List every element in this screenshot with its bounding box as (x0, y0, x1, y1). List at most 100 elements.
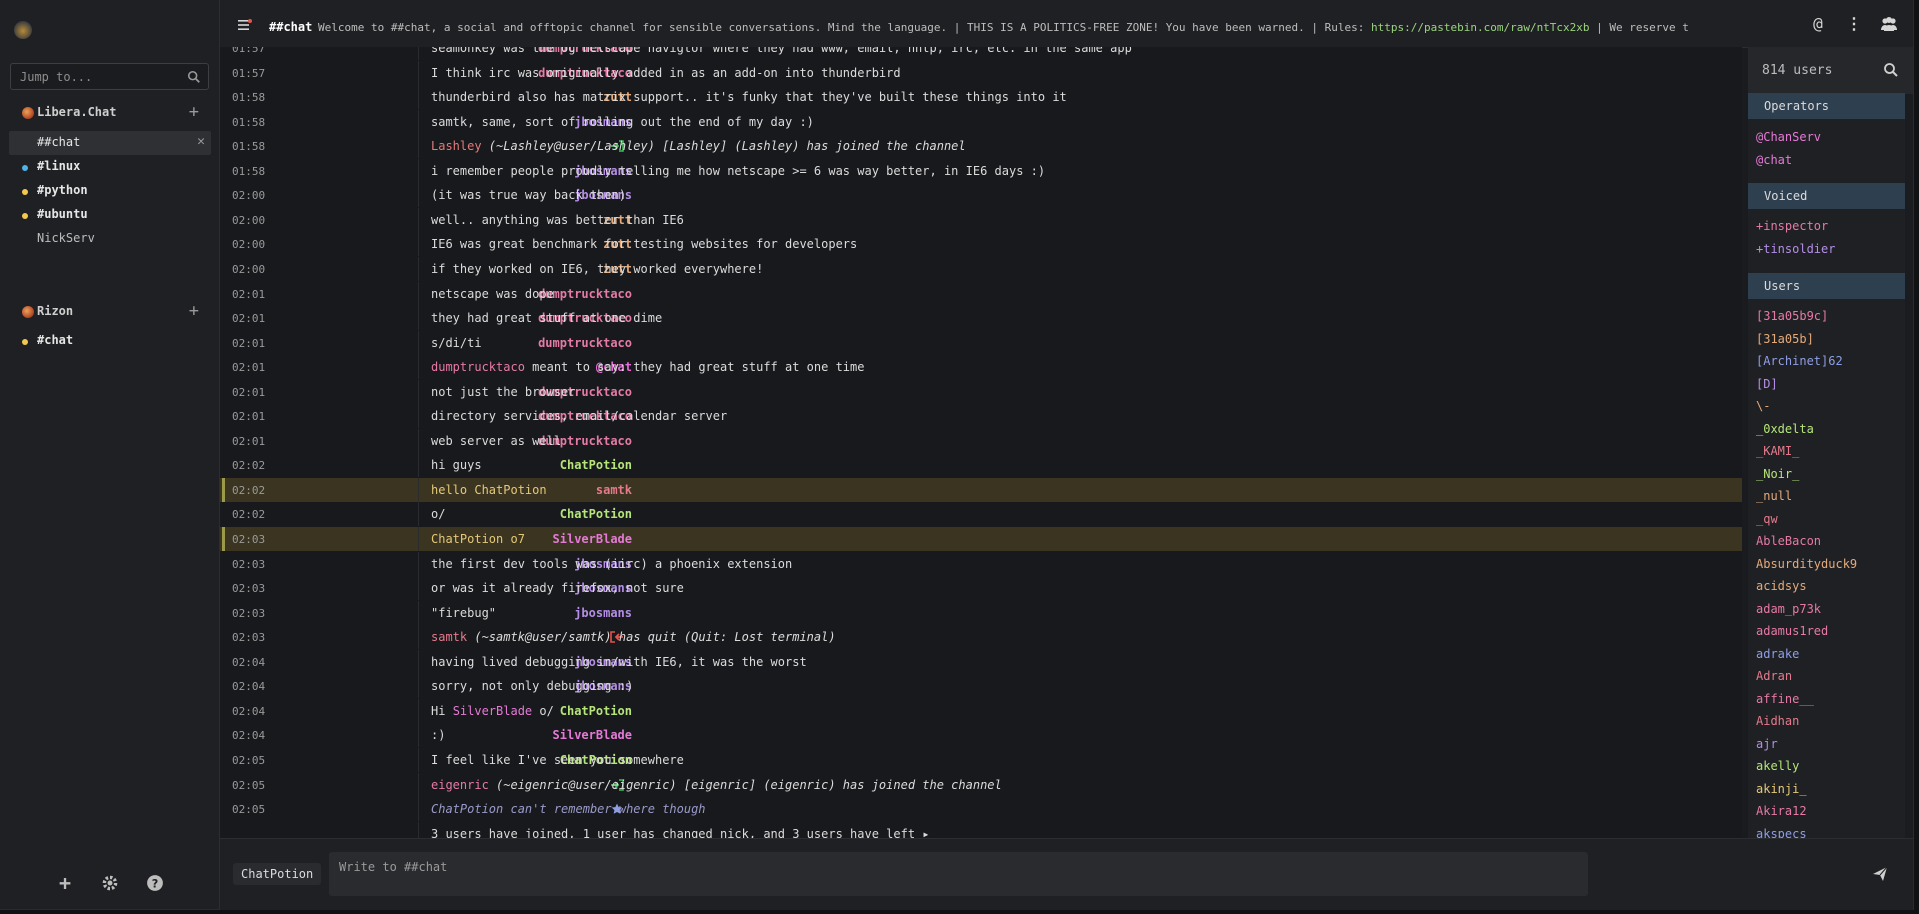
user-list-item[interactable]: AbleBacon (1756, 534, 1821, 548)
user-list-item[interactable]: _null (1756, 489, 1792, 503)
user-list-item[interactable]: [31a05b] (1756, 332, 1814, 346)
jump-to-input[interactable] (11, 64, 190, 89)
message-body: hello (431, 482, 475, 497)
user-list-item[interactable]: [D] (1756, 377, 1778, 391)
message-row: 02:03 SilverBlade ChatPotion o7 (220, 527, 1742, 551)
help-icon[interactable]: ? (146, 874, 164, 892)
message-body: hi guys (431, 458, 482, 473)
gear-icon[interactable] (101, 874, 119, 892)
user-list-item[interactable]: acidsys (1756, 579, 1807, 593)
message-nick[interactable]: dumptrucktaco (538, 336, 632, 350)
message-row: 02:01 @chat dumptrucktaco meant to say: th… (220, 355, 1742, 380)
message-time: 02:05 (232, 753, 266, 767)
user-list[interactable]: 814 users Operators @ChanServ @chat Voiced +… (1748, 47, 1913, 838)
user-list-item[interactable]: Adran (1756, 669, 1792, 683)
sidebar-item-chat[interactable]: ##chat ✕ (9, 131, 211, 155)
user-list-item[interactable]: ajr (1756, 737, 1778, 751)
channel-label: #chat (37, 333, 74, 347)
unread-dot (22, 339, 28, 345)
user-list-item[interactable]: @chat (1756, 153, 1792, 167)
channel-topic: Welcome to ##chat, a social and offtopic… (318, 21, 1688, 34)
user-list-item[interactable]: adrake (1756, 647, 1799, 661)
user-list-item[interactable]: @ChanServ (1756, 130, 1821, 144)
message-body: or was it already firefox, not sure (431, 581, 684, 596)
expand-icon[interactable]: ▸ (922, 827, 929, 838)
network-libera-chat[interactable]: Libera.Chat + (0, 101, 219, 125)
sidebar-item-linux[interactable]: #linux (9, 155, 211, 179)
message-nick[interactable]: samtk (596, 483, 632, 497)
menu-icon[interactable] (238, 19, 252, 31)
column-divider (418, 723, 419, 748)
message-text: samtk, same, sort of rolling out the end… (431, 115, 814, 129)
user-list-item[interactable]: akinji_ (1756, 782, 1807, 796)
user-list-item[interactable]: Akira12 (1756, 804, 1807, 818)
search-icon[interactable] (1883, 62, 1899, 78)
sidebar-item-python[interactable]: #python (9, 179, 211, 203)
user-list-item[interactable]: [Archinet]62 (1756, 354, 1843, 368)
network-icon (22, 107, 34, 119)
mention[interactable]: dumptrucktaco (431, 360, 525, 374)
app-logo[interactable] (14, 21, 32, 39)
search-icon[interactable] (187, 70, 201, 84)
user-list-item[interactable]: +inspector (1756, 219, 1828, 233)
event-text: (~Lashley@user/Lashley) [Lashley] (Lashl… (481, 139, 966, 154)
add-channel-icon[interactable]: + (189, 102, 199, 122)
user-list-item[interactable]: _0xdelta (1756, 422, 1814, 436)
add-channel-icon[interactable]: + (189, 301, 199, 321)
close-icon[interactable]: ✕ (197, 134, 205, 149)
message-nick[interactable]: ChatPotion (560, 458, 632, 472)
user-list-item[interactable]: _qw (1756, 512, 1778, 526)
sidebar-item-ubuntu[interactable]: #ubuntu (9, 203, 211, 227)
jump-to-box[interactable] (10, 63, 209, 90)
column-divider (418, 551, 419, 576)
current-nick-button[interactable]: ChatPotion (233, 863, 322, 885)
message-list[interactable]: 01:57 dumptrucktaco seamonkey was the og n… (220, 47, 1742, 838)
mention[interactable]: SilverBlade (453, 704, 532, 718)
message-text: not just the browser (431, 385, 576, 399)
summary-text[interactable]: 3 users have joined, 1 user has changed … (431, 827, 915, 838)
user-list-item[interactable]: Aidhan (1756, 714, 1799, 728)
user-list-item[interactable]: akelly (1756, 759, 1799, 773)
message-nick[interactable]: ChatPotion (560, 704, 632, 718)
message-time: 02:03 (232, 631, 266, 645)
message-input-box[interactable] (329, 852, 1588, 896)
more-options-icon[interactable]: ⋮ (1845, 15, 1863, 33)
message-nick[interactable]: SilverBlade (553, 532, 632, 546)
topic-link[interactable]: https://pastebin.com/raw/ntTcx2xb (1371, 21, 1590, 34)
mentions-icon[interactable]: @ (1809, 15, 1827, 33)
user-list-item[interactable]: _KAMI_ (1756, 444, 1799, 458)
message-input[interactable] (329, 852, 1588, 896)
users-icon[interactable] (1880, 15, 1898, 33)
message-row: 01:58 jbosmans samtk, same, sort of rollin… (220, 109, 1742, 134)
topic-tail: | We reserve the right to remove (1596, 21, 1688, 34)
user-list-item[interactable]: Absurdityduck9 (1756, 557, 1857, 571)
message-body: not just the browser (431, 384, 576, 399)
column-divider (418, 428, 419, 453)
user-list-item[interactable]: affine__ (1756, 692, 1814, 706)
sidebar-item-rizon-chat[interactable]: #chat (9, 329, 211, 353)
event-nick[interactable]: eigenric (431, 778, 489, 792)
user-list-scrollbar[interactable] (1905, 94, 1913, 838)
user-list-item[interactable]: _Noir_ (1756, 467, 1799, 481)
user-list-item[interactable]: adam_p73k (1756, 602, 1821, 616)
mention[interactable]: ChatPotion o7 (431, 532, 525, 546)
network-rizon[interactable]: Rizon + (0, 300, 219, 324)
event-nick[interactable]: Lashley (431, 139, 482, 153)
user-list-item[interactable]: akspecs (1756, 827, 1807, 839)
add-network-icon[interactable]: + (56, 873, 74, 893)
message-body: they had great stuff at one dime (431, 311, 663, 326)
message-row: 02:00 jbosmans (it was true way back then) (220, 183, 1742, 208)
user-list-item[interactable]: adamus1red (1756, 624, 1828, 638)
message-text: ChatPotion o7 (431, 532, 525, 546)
message-nick[interactable]: SilverBlade (553, 728, 632, 742)
user-list-item[interactable]: \- (1756, 399, 1770, 413)
sidebar-item-nickserv[interactable]: NickServ (9, 227, 211, 251)
user-list-item[interactable]: +tinsoldier (1756, 242, 1835, 256)
message-nick[interactable]: ChatPotion (560, 507, 632, 521)
mention[interactable]: ChatPotion (474, 483, 546, 497)
message-time: 02:02 (232, 459, 266, 473)
event-nick[interactable]: samtk (431, 630, 467, 644)
send-icon[interactable] (1872, 866, 1888, 882)
user-list-item[interactable]: [31a05b9c] (1756, 309, 1828, 323)
message-nick[interactable]: jbosmans (574, 606, 632, 620)
